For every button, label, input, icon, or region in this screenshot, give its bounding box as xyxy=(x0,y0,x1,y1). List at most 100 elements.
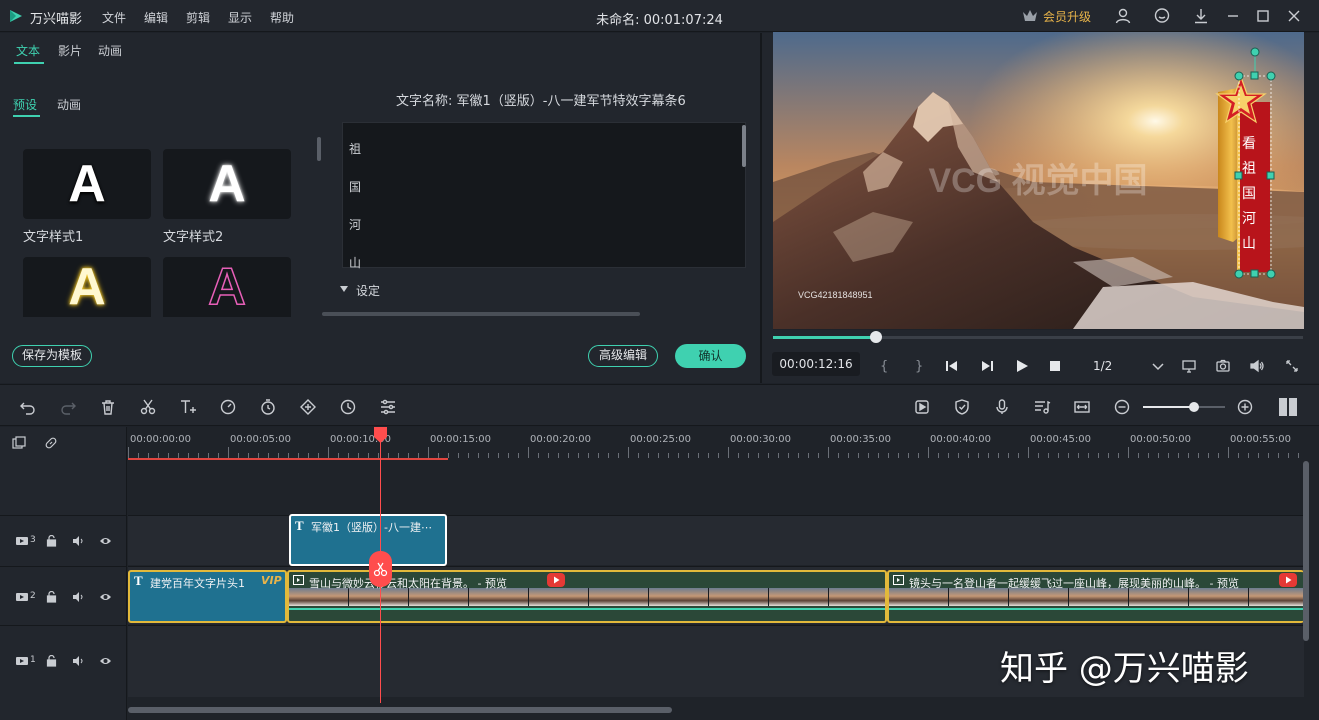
vip-upgrade-link[interactable]: 会员升级 xyxy=(1043,8,1091,25)
playhead-handle[interactable] xyxy=(373,427,388,443)
menu-help[interactable]: 帮助 xyxy=(270,9,294,26)
audio-mixer-icon[interactable] xyxy=(1033,398,1051,416)
text-line-3: 河 xyxy=(349,218,362,232)
lock-icon[interactable] xyxy=(46,535,57,547)
time-ruler[interactable]: 00:00:00:00 00:00:05:00 00:00:10:00 00:0… xyxy=(128,427,1304,461)
subtab-preset-underline xyxy=(13,115,40,117)
fit-timeline-icon[interactable] xyxy=(1073,398,1091,416)
lock-icon[interactable] xyxy=(46,655,57,667)
timeline-vertical-scrollbar[interactable] xyxy=(1303,461,1309,641)
eye-icon[interactable] xyxy=(99,535,112,547)
menu-file[interactable]: 文件 xyxy=(102,9,126,26)
preview-quality-select[interactable]: 1/2 xyxy=(1093,359,1112,373)
track-headers: 3 2 1 xyxy=(0,427,127,720)
tab-text[interactable]: 文本 xyxy=(16,42,40,59)
preview-gutter xyxy=(762,33,773,330)
menu-view[interactable]: 显示 xyxy=(228,9,252,26)
lock-icon[interactable] xyxy=(46,591,57,603)
mark-in-icon[interactable]: { xyxy=(877,357,893,373)
caret-down-icon[interactable] xyxy=(340,285,348,293)
ruler-label: 00:00:15:00 xyxy=(430,434,492,445)
message-icon[interactable] xyxy=(1153,7,1171,25)
microphone-icon[interactable] xyxy=(993,398,1011,416)
track-3-number: 3 xyxy=(30,535,36,545)
confirm-button[interactable]: 确认 xyxy=(675,344,746,368)
menu-clip[interactable]: 剪辑 xyxy=(186,9,210,26)
video-clip-2[interactable]: 镜头与一名登山者一起缓缓飞过一座山峰，展现美丽的山峰。 - 预览 xyxy=(887,570,1304,623)
cut-icon[interactable] xyxy=(139,398,157,416)
subtab-animation[interactable]: 动画 xyxy=(57,96,81,113)
text-clip-track2[interactable]: T 建党百年文字片头1 VIP xyxy=(128,570,287,623)
zoom-slider[interactable] xyxy=(1143,402,1225,412)
text-clip-track3[interactable]: T 军徽1（竖版）-八一建⋯ xyxy=(289,514,447,566)
prev-frame-icon[interactable] xyxy=(944,358,960,374)
zoom-in-icon[interactable] xyxy=(1236,398,1254,416)
speed-icon[interactable] xyxy=(219,398,237,416)
speaker-icon[interactable] xyxy=(72,535,85,547)
add-track-icon[interactable] xyxy=(12,436,26,450)
clock-icon[interactable] xyxy=(339,398,357,416)
redo-icon[interactable] xyxy=(59,398,77,416)
adjust-icon[interactable] xyxy=(379,398,397,416)
preset-style-3[interactable]: A xyxy=(23,257,151,317)
link-icon[interactable] xyxy=(44,436,58,450)
audio-waveform xyxy=(289,608,885,610)
shield-icon[interactable] xyxy=(953,398,971,416)
video-thumbnail xyxy=(529,588,589,606)
delete-icon[interactable] xyxy=(99,398,117,416)
play-icon[interactable] xyxy=(1014,358,1030,374)
vip-crown-icon[interactable] xyxy=(1021,7,1039,25)
youtube-icon xyxy=(1279,573,1297,587)
maximize-icon[interactable] xyxy=(1254,7,1272,25)
text-line-2: 国 xyxy=(349,180,362,194)
timeline-horizontal-scrollbar[interactable] xyxy=(128,707,672,713)
speaker-icon[interactable] xyxy=(72,655,85,667)
tab-movie[interactable]: 影片 xyxy=(58,42,82,59)
text-clip-title: 建党百年文字片头1 xyxy=(150,577,245,590)
download-icon[interactable] xyxy=(1192,7,1210,25)
timer-icon[interactable] xyxy=(259,398,277,416)
menu-edit[interactable]: 编辑 xyxy=(144,9,168,26)
split-scissors-icon[interactable] xyxy=(369,551,392,587)
zoom-slider-handle[interactable] xyxy=(1188,402,1199,412)
preset-style-2[interactable]: A xyxy=(163,149,291,219)
settings-scrollbar[interactable] xyxy=(322,312,640,316)
tab-animation[interactable]: 动画 xyxy=(98,42,122,59)
preset-scrollbar[interactable] xyxy=(317,137,321,161)
stop-icon[interactable] xyxy=(1047,358,1063,374)
text-content-input[interactable]: 祖 国 河 山 xyxy=(342,122,746,270)
close-icon[interactable] xyxy=(1285,7,1303,25)
text-tool-icon[interactable] xyxy=(179,398,197,416)
mark-out-icon[interactable]: } xyxy=(912,357,928,373)
track-2-number: 2 xyxy=(30,591,36,601)
text-content-scrollbar[interactable] xyxy=(742,125,746,167)
subtab-preset[interactable]: 预设 xyxy=(13,96,37,113)
settings-toggle[interactable]: 设定 xyxy=(356,282,380,299)
undo-icon[interactable] xyxy=(19,398,37,416)
next-frame-icon[interactable] xyxy=(979,358,995,374)
panel-layout-icon[interactable] xyxy=(1278,397,1298,417)
speaker-icon[interactable] xyxy=(72,591,85,603)
preset-style-4[interactable]: A xyxy=(163,257,291,317)
video-preview[interactable]: VCG 视觉中国 VCG42181848951 看 祖 国 河 山 xyxy=(773,32,1304,329)
eye-icon[interactable] xyxy=(99,591,112,603)
zoom-out-icon[interactable] xyxy=(1113,398,1131,416)
text-clip-icon: T xyxy=(134,573,143,588)
user-icon[interactable] xyxy=(1114,7,1132,25)
advanced-edit-button[interactable]: 高级编辑 xyxy=(588,345,658,367)
preview-progress-track[interactable] xyxy=(773,331,1303,343)
ruler-label: 00:00:40:00 xyxy=(930,434,992,445)
keyframe-icon[interactable] xyxy=(299,398,317,416)
save-as-template-button[interactable]: 保存为模板 xyxy=(12,345,92,367)
fullscreen-icon[interactable] xyxy=(1284,358,1300,374)
preview-progress-handle[interactable] xyxy=(869,331,882,343)
chevron-down-icon[interactable] xyxy=(1150,358,1166,374)
snapshot-icon[interactable] xyxy=(1215,358,1231,374)
preset-style-1[interactable]: A xyxy=(23,149,151,219)
minimize-icon[interactable] xyxy=(1224,7,1242,25)
monitor-icon[interactable] xyxy=(1181,358,1197,374)
tab-text-underline xyxy=(14,62,44,64)
eye-icon[interactable] xyxy=(99,655,112,667)
render-icon[interactable] xyxy=(913,398,931,416)
volume-icon[interactable] xyxy=(1249,358,1265,374)
